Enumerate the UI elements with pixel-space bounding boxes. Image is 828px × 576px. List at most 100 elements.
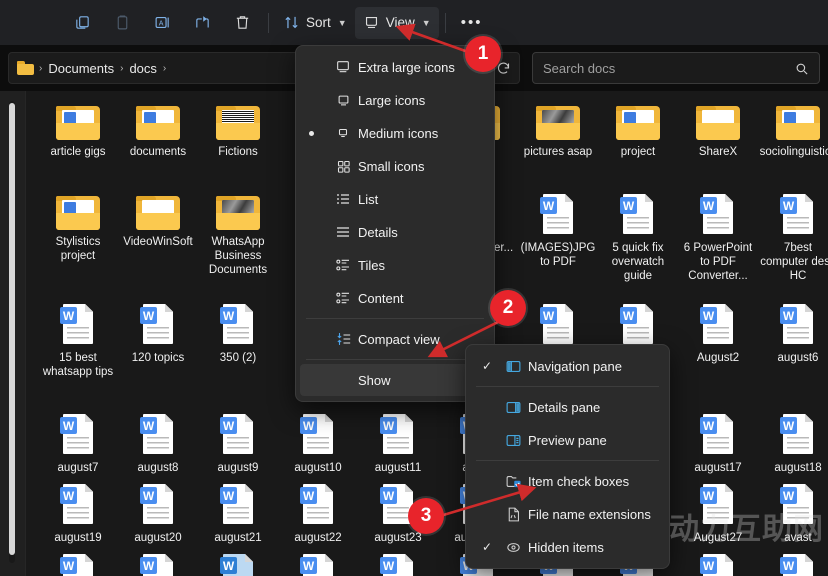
view-menu-item[interactable]: List [300,183,490,215]
file-tile[interactable]: W 120 topics [118,304,198,365]
paste-button[interactable] [102,7,142,39]
folder-icon [215,104,261,142]
copy-icon [75,16,89,29]
breadcrumb-item-documents[interactable]: Documents [43,59,119,78]
delete-button[interactable] [222,7,262,39]
search-icon [796,63,808,75]
file-tile[interactable]: Wavast [758,484,828,545]
view-menu-item[interactable]: Small icons [300,150,490,182]
svg-text:A: A [158,19,163,27]
file-tile[interactable]: Waugust21 [198,484,278,545]
file-tile[interactable]: Waugust19 [38,484,118,545]
search-input[interactable]: Search docs [543,61,794,76]
word-document-icon: W [298,554,338,576]
word-document-icon: W [58,414,98,458]
word-document-icon: W [698,484,738,528]
file-tile[interactable]: WhatsApp Business Documents [198,194,278,277]
file-tile[interactable]: W [38,554,118,576]
file-tile[interactable]: W [278,554,358,576]
view-menu-item[interactable]: Show❯ [300,364,490,396]
view-menu-item-label: Medium icons [358,125,439,141]
sort-icon [285,16,298,29]
annotation-badge: 1 [465,36,501,72]
file-tile[interactable]: VideoWinSoft [118,194,198,249]
show-submenu-item[interactable]: ✓ Hidden items [470,531,665,563]
annotation-arrow-3 [439,483,537,518]
file-tile[interactable]: Waugust7 [38,414,118,475]
file-tile[interactable]: documents [118,104,198,159]
file-tile-label: sociolinguistics [759,146,828,158]
navigation-pane-scrollbar[interactable] [0,91,26,576]
copy-button[interactable] [62,7,102,39]
file-tile[interactable]: W 15 best whatsapp tips [38,304,118,379]
file-tile-label: pictures asap [523,146,593,158]
view-menu-item[interactable]: Tiles [300,249,490,281]
word-document-icon: W [138,484,178,528]
show-submenu-item[interactable]: Details pane [470,391,665,423]
file-tile[interactable]: W [358,554,438,576]
file-tile[interactable]: Waugust9 [198,414,278,475]
file-tile[interactable]: W [118,554,198,576]
large-icons-icon [328,93,358,108]
word-document-icon: W [138,414,178,458]
file-tile[interactable]: Stylistics project [38,194,118,263]
show-submenu-item-label: Item check boxes [528,473,630,489]
file-tile[interactable]: W [198,554,278,576]
sort-button[interactable]: Sort ▼ [275,7,355,39]
file-tile[interactable]: Waugust10 [278,414,358,475]
file-tile[interactable]: Fictions [198,104,278,159]
folder-icon [695,104,741,142]
file-tile[interactable]: W [758,554,828,576]
file-tile[interactable]: W 350 (2) [198,304,278,365]
file-tile[interactable]: W (IMAGES)JPG to PDF [518,194,598,269]
file-tile[interactable]: pictures asap [518,104,598,159]
breadcrumb-item-docs[interactable]: docs [124,59,161,78]
scrollbar-thumb[interactable] [9,103,15,555]
folder-icon [17,61,34,75]
word-document-icon: W [698,304,738,348]
file-tile[interactable]: ShareX [678,104,758,159]
file-tile[interactable]: Waugust17 [678,414,758,475]
show-submenu-item-label: File name extensions [528,506,651,522]
view-menu-item[interactable]: Details [300,216,490,248]
file-tile-label: ShareX [698,146,738,158]
file-tile[interactable]: article gigs [38,104,118,159]
file-tile[interactable]: W August27 [678,484,758,545]
trash-icon [236,16,248,29]
preview-pane-icon [498,432,528,449]
view-menu-item[interactable]: Large icons [300,84,490,116]
word-document-icon: W [778,484,818,528]
file-tile[interactable]: W August2 [678,304,758,365]
file-tile[interactable]: Waugust8 [118,414,198,475]
word-document-icon: W [778,304,818,348]
file-tile-label: august17 [694,462,742,474]
file-tile-label: 350 (2) [219,352,257,364]
file-tile[interactable]: Waugust18 [758,414,828,475]
share-button[interactable] [182,7,222,39]
file-tile-label: august19 [54,532,102,544]
selected-bullet-icon [309,131,314,136]
file-tile[interactable]: sociolinguistics [758,104,828,159]
file-tile[interactable]: Waugust20 [118,484,198,545]
show-submenu-item-label: Navigation pane [528,358,622,374]
file-tile-label: august22 [294,532,342,544]
word-document-icon: W [298,484,338,528]
word-document-icon: W [698,194,738,238]
small-icons-icon [328,159,358,174]
view-menu-item[interactable]: Medium icons [300,117,490,149]
show-submenu-item[interactable]: Preview pane [470,424,665,456]
file-tile[interactable]: W5 quick fix overwatch guide [598,194,678,283]
file-tile[interactable]: W7best computer desk HC [758,194,828,283]
file-tile[interactable]: Waugust6 [758,304,828,365]
file-tile[interactable]: W [678,554,758,576]
rename-button[interactable]: A [142,7,182,39]
folder-icon [535,104,581,142]
file-tile[interactable]: project [598,104,678,159]
file-tile[interactable]: Waugust22 [278,484,358,545]
search-box[interactable]: Search docs [532,52,820,84]
file-tile[interactable]: Waugust11 [358,414,438,475]
file-tile[interactable]: W6 PowerPoint to PDF Converter... [678,194,758,283]
file-tile-label: august9 [217,462,259,474]
list-icon [328,191,358,207]
word-document-icon: W [778,414,818,458]
